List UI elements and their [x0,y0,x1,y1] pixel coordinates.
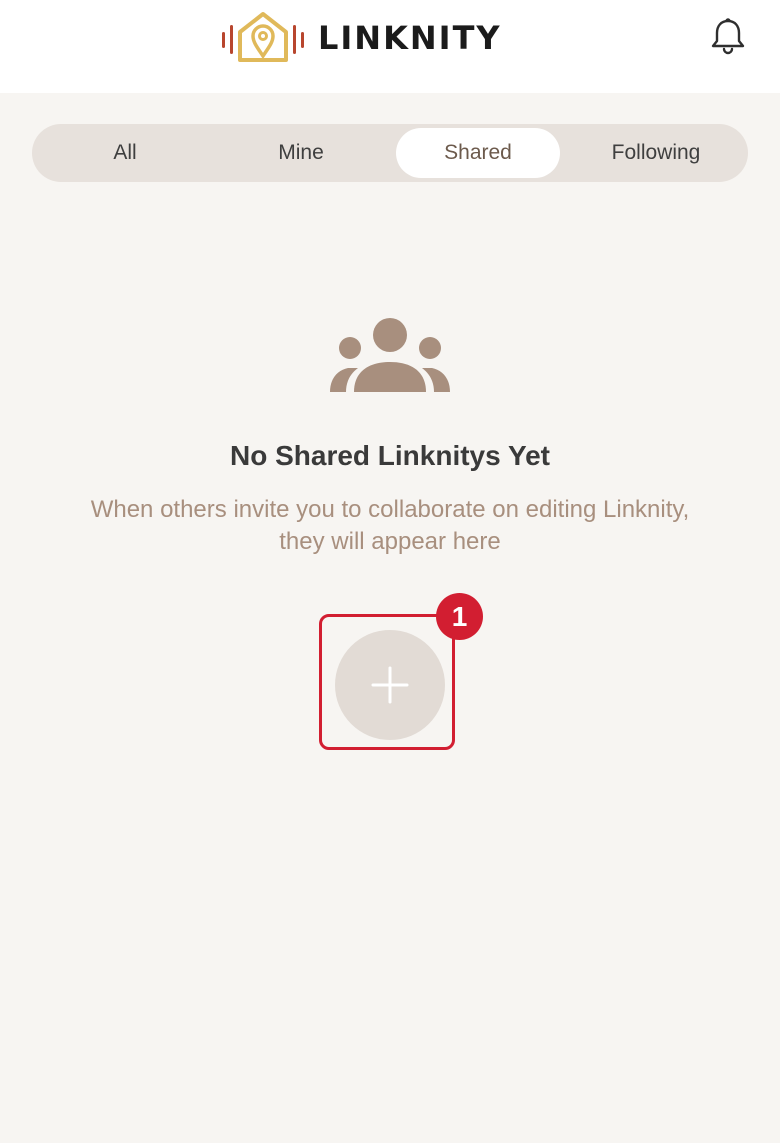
app-name: LINKNITY [318,19,502,57]
empty-state-title: No Shared Linknitys Yet [229,440,551,471]
people-group-icon [330,318,450,392]
plus-icon [371,666,409,704]
tab-following[interactable]: Following [572,128,740,178]
logo-mark-icon [222,12,304,62]
tab-mine[interactable]: Mine [220,128,382,178]
tab-all[interactable]: All [44,128,206,178]
bell-icon[interactable] [708,16,748,56]
app-header: LINKNITY [0,0,780,93]
tab-shared[interactable]: Shared [396,128,560,178]
step-badge: 1 [436,593,483,640]
add-linknity-button[interactable] [335,630,445,740]
empty-state-description: When others invite you to collaborate on… [90,496,690,555]
filter-tabs: All Mine Shared Following [32,124,748,182]
app-logo: LINKNITY [220,10,502,66]
